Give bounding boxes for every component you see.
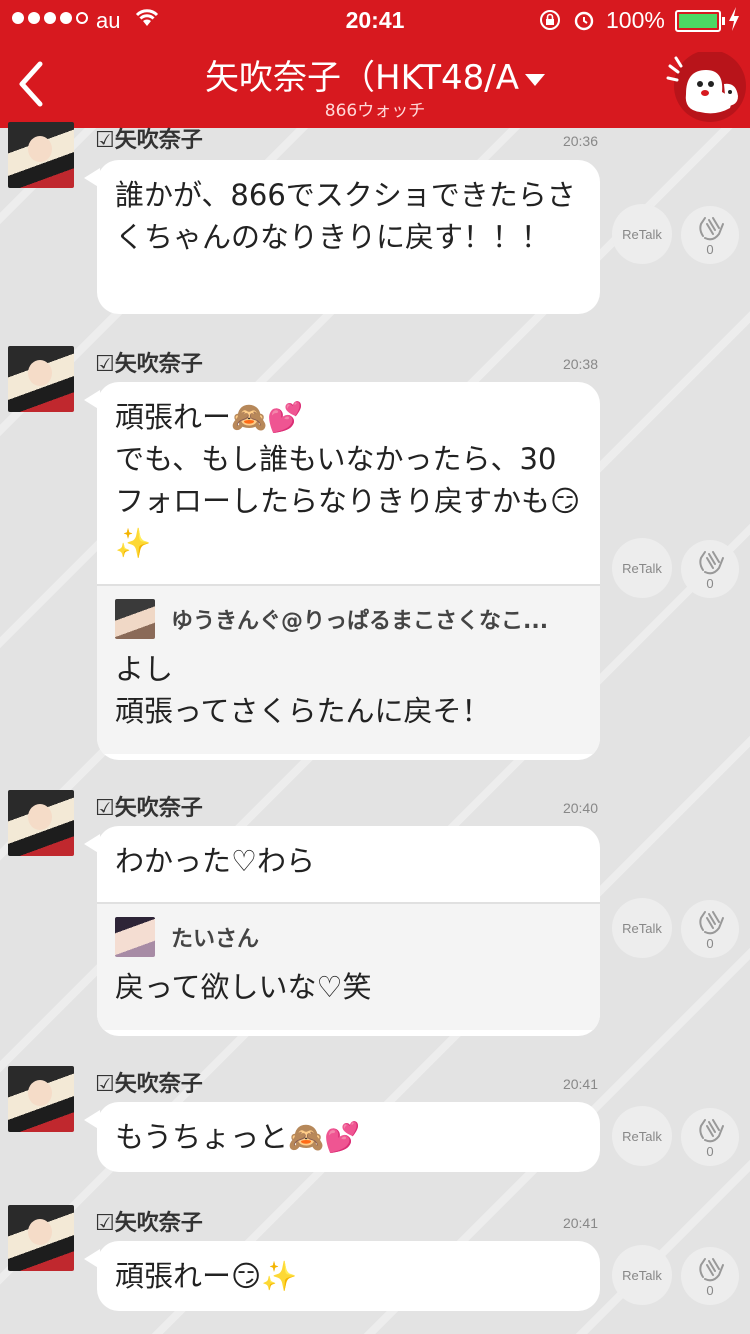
sender-name: ☑矢吹奈子	[95, 1072, 203, 1097]
message-bubble[interactable]: 誰かが、866でスクショできたらさくちゃんのなりきりに戻す！！！	[97, 160, 600, 314]
talk-title-dropdown[interactable]: 矢吹奈子（HKT48/A	[140, 50, 610, 99]
message-text: 頑張れー😏✨	[115, 1259, 298, 1293]
rotation-lock-icon	[540, 10, 560, 30]
clap-button[interactable]: 0	[681, 206, 739, 264]
retalk-button[interactable]: ReTalk	[612, 204, 672, 264]
message-text: わかった♡わら	[115, 844, 315, 878]
quoted-avatar	[115, 917, 155, 957]
retalk-button[interactable]: ReTalk	[612, 538, 672, 598]
quoted-message[interactable]: たいさん 戻って欲しいな♡笑	[97, 902, 600, 1030]
message-bubble[interactable]: もうちょっと🙈💕	[97, 1102, 600, 1172]
charging-icon	[729, 7, 739, 31]
sender-name: ☑矢吹奈子	[95, 352, 203, 377]
quoted-text: 戻って欲しいな♡笑	[115, 970, 372, 1004]
retalk-button[interactable]: ReTalk	[612, 898, 672, 958]
message-bubble[interactable]: 頑張れー🙈💕 でも、もし誰もいなかったら、30フォローしたらなりきり戻すかも😏✨…	[97, 382, 600, 760]
clap-icon	[699, 1119, 724, 1143]
clap-icon	[699, 911, 724, 935]
quoted-message[interactable]: ゆうきんぐ@りっぱるまこさくなこ... よし 頑張ってさくらたんに戻そ！	[97, 584, 600, 754]
clap-icon	[699, 551, 724, 575]
battery-icon	[675, 10, 725, 32]
avatar[interactable]	[8, 122, 74, 188]
clap-count: 0	[706, 576, 714, 591]
avatar[interactable]	[8, 790, 74, 856]
message-bubble[interactable]: わかった♡わら たいさん 戻って欲しいな♡笑	[97, 826, 600, 1036]
quoted-user-name: ゆうきんぐ@りっぱるまこさくなこ...	[171, 609, 549, 634]
nav-bar: 矢吹奈子（HKT48/A 866ウォッチ	[0, 40, 750, 128]
message-time: 20:41	[562, 1215, 598, 1231]
avatar[interactable]	[8, 1205, 74, 1271]
message-time: 20:40	[562, 800, 598, 816]
retalk-button[interactable]: ReTalk	[612, 1106, 672, 1166]
status-bar: au 20:41 100%	[0, 0, 750, 40]
sender-name: ☑矢吹奈子	[95, 128, 203, 153]
chevron-down-icon	[524, 73, 545, 86]
battery-percent: 100%	[606, 7, 665, 33]
quoted-text: よし 頑張ってさくらたんに戻そ！	[115, 652, 491, 728]
sender-name: ☑矢吹奈子	[95, 796, 203, 821]
clap-button[interactable]: 0	[681, 1108, 739, 1166]
quoted-avatar	[115, 599, 155, 639]
clap-count: 0	[706, 242, 714, 257]
clap-count: 0	[706, 936, 714, 951]
retalk-button[interactable]: ReTalk	[612, 1245, 672, 1305]
clap-button[interactable]: 0	[681, 540, 739, 598]
message-text: 誰かが、866でスクショできたらさくちゃんのなりきりに戻す！！！	[115, 178, 576, 254]
clap-button[interactable]: 0	[681, 900, 739, 958]
avatar[interactable]	[8, 346, 74, 412]
message-time: 20:38	[562, 356, 598, 372]
clap-icon	[699, 1258, 724, 1282]
quoted-user-name: たいさん	[171, 927, 260, 952]
clap-count: 0	[706, 1283, 714, 1298]
sender-name: ☑矢吹奈子	[95, 1211, 203, 1236]
message-time: 20:41	[562, 1076, 598, 1092]
message-time: 20:36	[562, 133, 598, 149]
talk-title: 矢吹奈子（HKT48/A	[205, 58, 519, 98]
message-bubble[interactable]: 頑張れー😏✨	[97, 1241, 600, 1311]
mascot-icon[interactable]	[664, 52, 746, 124]
message-text: もうちょっと🙈💕	[115, 1120, 361, 1154]
avatar[interactable]	[8, 1066, 74, 1132]
message-text: 頑張れー🙈💕 でも、もし誰もいなかったら、30フォローしたらなりきり戻すかも😏✨	[115, 400, 581, 560]
watch-count: 866ウォッチ	[324, 101, 426, 121]
alarm-icon	[574, 11, 594, 31]
clap-button[interactable]: 0	[681, 1247, 739, 1305]
clap-icon	[699, 217, 724, 241]
clap-count: 0	[706, 1144, 714, 1159]
